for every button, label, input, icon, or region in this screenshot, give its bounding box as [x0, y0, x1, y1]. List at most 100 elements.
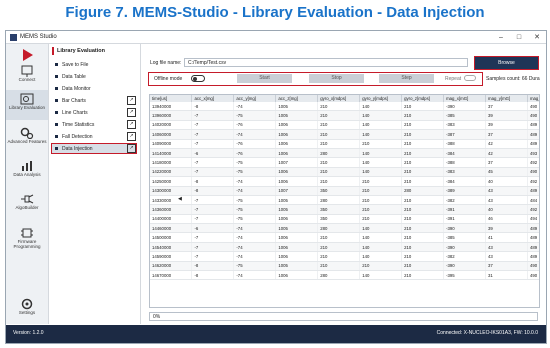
subnav-item-bar-charts[interactable]: Bar Charts ↗	[52, 96, 136, 105]
table-cell: 14020000	[150, 120, 193, 131]
table-row[interactable]: 14020000 -7 -76 1006 210 140 210 -383 39 489	[150, 120, 539, 131]
column-header[interactable]: gyro_y[mdps]	[359, 95, 403, 102]
column-header[interactable]: mag_z[mG]	[527, 95, 539, 102]
status-bar: Version: 1.2.0 Connected: X-NUCLEO-IKS01…	[6, 325, 546, 343]
external-link-icon[interactable]: ↗	[127, 120, 136, 129]
table-row[interactable]: 14590000 -7 -74 1006 210 140 210 -382 43 489	[150, 251, 539, 262]
offline-mode-label: Offline mode	[154, 76, 183, 82]
repeat-toggle[interactable]	[464, 75, 476, 81]
column-header[interactable]: acc_z[mg]	[275, 95, 319, 102]
nav-data-analysis[interactable]: Data Analysis	[6, 157, 48, 187]
table-cell: 140	[359, 270, 403, 281]
column-header[interactable]: acc_x[mg]	[191, 95, 235, 102]
table-cell: 1005	[275, 195, 319, 206]
subnav-item-fall-detection[interactable]: Fall Detection ↗	[52, 132, 136, 141]
table-row[interactable]: 14140000 -6 -76 1006 280 140 210 -384 42 493	[150, 148, 539, 159]
table-cell: 210	[317, 176, 361, 187]
stop-button[interactable]: Stop	[309, 74, 364, 83]
table-cell: 140	[359, 148, 403, 159]
table-row[interactable]: 14090000 -7 -76 1006 210 210 210 -388 42 489	[150, 139, 539, 149]
table-row[interactable]: 14400000 -7 -75 1006 350 210 210 -391 46 494	[150, 214, 539, 225]
table-cell: -7	[191, 167, 235, 178]
table-cell: 350	[317, 186, 361, 196]
table-row[interactable]: 14670000 -8 -74 1006 280 140 210 -395 31 490	[150, 270, 539, 281]
table-row[interactable]: 14180000 -7 -75 1007 210 140 210 -388 37 492	[150, 157, 539, 168]
table-cell: 140	[359, 232, 403, 243]
figure-title: Figure 7. MEMS-Studio - Library Evaluati…	[65, 4, 485, 21]
table-cell: 210	[401, 139, 445, 149]
subnav-item-label: Data Injection	[62, 145, 93, 152]
table-row[interactable]: 14540000 -7 -74 1006 210 140 210 -390 43 489	[150, 242, 539, 253]
log-file-input[interactable]: C:/Temp/Test.csv	[184, 58, 468, 67]
table-row[interactable]: 14220000 -7 -75 1006 210 140 210 -383 45 490	[150, 167, 539, 178]
table-cell: 489	[527, 186, 539, 196]
column-header[interactable]: mag_y[mG]	[485, 95, 528, 102]
nav-settings[interactable]: Settings	[6, 296, 48, 322]
table-row[interactable]: 13960000 -7 -75 1005 210 140 210 -385 39 490	[150, 110, 539, 121]
offline-mode-toggle[interactable]	[191, 75, 205, 82]
column-header[interactable]: mag_x[mG]	[443, 95, 486, 102]
subnav-item-time-statistics[interactable]: Time Statistics ↗	[52, 120, 136, 129]
external-link-icon[interactable]: ↗	[127, 144, 136, 153]
samples-count: Samples count: 66 Dura	[486, 76, 540, 82]
table-cell: 210	[401, 102, 445, 112]
table-cell: -74	[233, 242, 277, 253]
table-cell: 493	[527, 148, 539, 159]
browse-button[interactable]: Browse	[474, 56, 539, 70]
table-cell: -7	[191, 232, 235, 243]
table-row[interactable]: 14060000 -7 -74 1006 210 140 210 -387 37 489	[150, 129, 539, 140]
version-text: Version: 1.2.0	[13, 330, 44, 336]
table-cell: 39	[485, 110, 528, 121]
table-row[interactable]: 14360000 -7 -75 1005 350 210 210 -391 40 492	[150, 204, 539, 215]
table-cell: -384	[443, 176, 486, 187]
table-cell: -75	[233, 157, 277, 168]
table-row[interactable]: 14620000 -8 -75 1005 210 210 210 -390 37 490	[150, 261, 539, 272]
table-cell: 490	[527, 270, 539, 281]
table-cell: -382	[443, 251, 486, 262]
table-row[interactable]: 14300000 -8 -74 1007 350 210 280 -389 43 489	[150, 186, 539, 196]
external-link-icon[interactable]: ↗	[127, 132, 136, 141]
step-button[interactable]: Step	[379, 74, 434, 83]
nav-connect[interactable]: Connect	[6, 48, 48, 88]
nav-library-evaluation[interactable]: Library Evaluation	[6, 90, 48, 120]
table-cell: 210	[359, 261, 403, 272]
table-cell: -395	[443, 270, 486, 281]
bullet-icon	[55, 99, 58, 102]
table-cell: -75	[233, 195, 277, 206]
external-link-icon[interactable]: ↗	[127, 96, 136, 105]
table-cell: -74	[233, 102, 277, 112]
table-row[interactable]: 14460000 -6 -74 1005 280 140 210 -390 39 489	[150, 223, 539, 234]
column-header[interactable]: time[us]	[150, 95, 193, 102]
table-row[interactable]: 14500000 -7 -74 1006 210 140 210 -385 41 489	[150, 232, 539, 243]
nav-firmware-programming[interactable]: Firmware Programming	[6, 224, 48, 258]
nav-algobuilder[interactable]: AlgoBuilder	[6, 190, 48, 220]
nav-advanced-features[interactable]: Advanced Features	[6, 124, 48, 154]
subnav-item-data-table[interactable]: Data Table	[52, 72, 136, 81]
subnav-header-label: Library Evaluation	[57, 48, 105, 54]
start-button[interactable]: Start	[237, 74, 292, 83]
bullet-icon	[55, 111, 58, 114]
table-cell: 14140000	[150, 148, 193, 159]
table-row[interactable]: 14250000 -8 -74 1006 210 210 210 -384 40 492	[150, 176, 539, 187]
window-title: MEMS Studio	[20, 34, 57, 40]
table-cell: 1006	[275, 148, 319, 159]
table-cell: 210	[401, 242, 445, 253]
table-row[interactable]: 14330000 -7 -75 1005 280 210 210 -382 43 484	[150, 195, 539, 206]
data-table[interactable]: time[us] acc_x[mg] acc_y[mg] acc_z[mg] gyro_…	[149, 94, 540, 308]
minimize-button[interactable]: –	[492, 34, 510, 41]
subnav-item-data-injection[interactable]: Data Injection ↗	[51, 143, 137, 154]
column-header[interactable]: gyro_z[mdps]	[401, 95, 445, 102]
table-cell: -385	[443, 110, 486, 121]
table-cell: 210	[359, 204, 403, 215]
subnav-item-save-to-file[interactable]: Save to File	[52, 60, 136, 69]
subnav-item-data-monitor[interactable]: Data Monitor	[52, 84, 136, 93]
external-link-icon[interactable]: ↗	[127, 108, 136, 117]
column-header[interactable]: acc_y[mg]	[233, 95, 277, 102]
subnav-item-line-charts[interactable]: Line Charts ↗	[52, 108, 136, 117]
close-button[interactable]: ✕	[528, 33, 546, 41]
maximize-button[interactable]: □	[510, 34, 528, 41]
subnav-item-label: Save to File	[62, 61, 89, 68]
subnav-header: Library Evaluation	[52, 47, 105, 55]
table-row[interactable]: 13940000 -8 -74 1005 210 140 210 -390 37 490	[150, 102, 539, 112]
column-header[interactable]: gyro_x[mdps]	[317, 95, 361, 102]
